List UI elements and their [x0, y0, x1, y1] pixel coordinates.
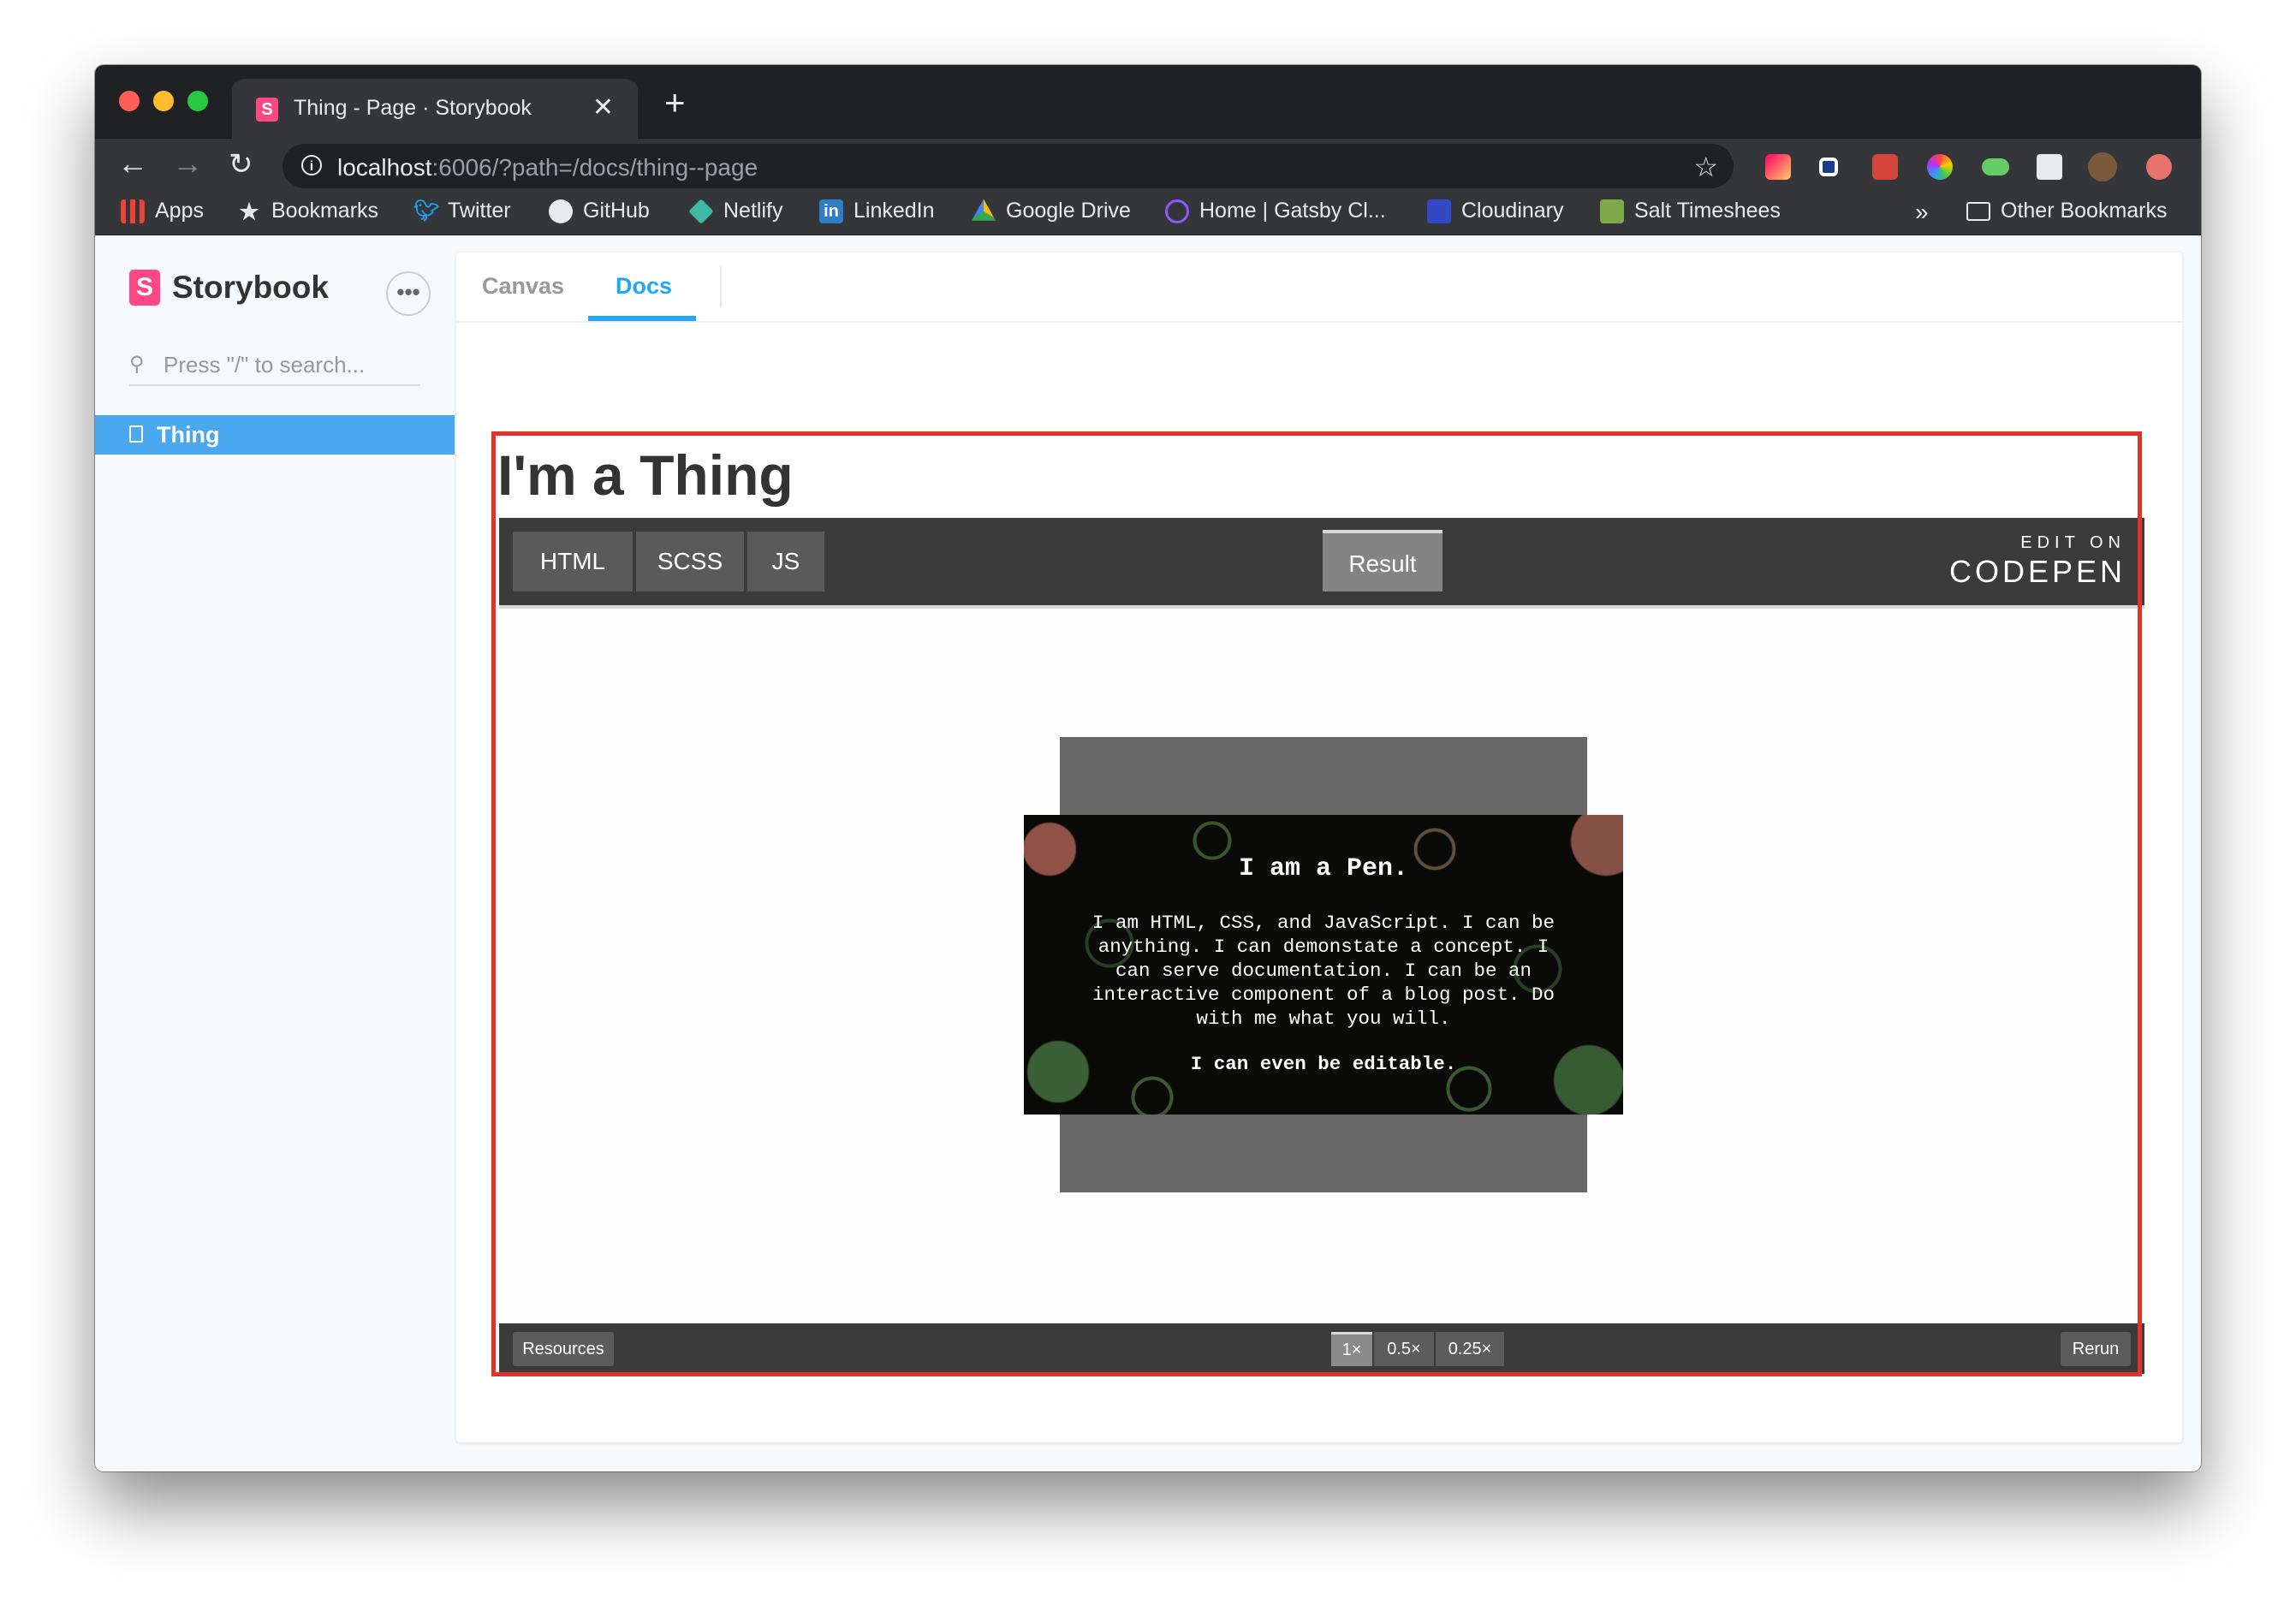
bookmark-label: Apps — [155, 199, 204, 223]
sidebar-item-label: Thing — [157, 422, 220, 448]
address-bar[interactable]: i localhost:6006/?path=/docs/thing--page… — [283, 144, 1734, 188]
docs-panel: Canvas Docs I'm a Thing HTML SCSS JS Res… — [456, 253, 2182, 1442]
bookmark-google-drive[interactable]: Google Drive — [972, 199, 1131, 223]
gatsby-icon — [1165, 199, 1189, 223]
bookmark-other[interactable]: Other Bookmarks — [1966, 199, 2168, 223]
bookmark-cloudinary[interactable]: Cloudinary — [1427, 199, 1564, 223]
bookmark-label: LinkedIn — [854, 199, 935, 223]
url-text[interactable]: localhost:6006/?path=/docs/thing--page — [337, 154, 758, 181]
url-path: :6006/?path=/docs/thing--page — [431, 154, 758, 181]
bookmarks-overflow-button[interactable]: » — [1915, 199, 1929, 226]
storybook-app: S Storybook ••• ⚲ Press "/" to search...… — [95, 235, 2201, 1471]
bookmark-label: Google Drive — [1006, 199, 1131, 223]
extension-gradient-icon[interactable] — [1765, 154, 1791, 180]
search-icon: ⚲ — [129, 353, 145, 376]
bookmark-label: Bookmarks — [271, 199, 379, 223]
highlight-box — [491, 431, 2142, 1376]
site-info-icon[interactable]: i — [301, 155, 322, 175]
maximize-window-button[interactable] — [187, 91, 208, 111]
bookmark-label: Salt Timeshees — [1634, 199, 1781, 223]
twitter-icon: 🐦︎ — [413, 199, 440, 223]
google-drive-icon — [972, 199, 996, 221]
tab-divider — [720, 266, 722, 307]
bookmark-twitter[interactable]: 🐦︎ Twitter — [413, 199, 511, 223]
salt-icon — [1600, 199, 1624, 223]
bookmark-label: Cloudinary — [1461, 199, 1564, 223]
extension-square-icon[interactable] — [1819, 158, 1838, 176]
bookmark-salt[interactable]: Salt Timeshees — [1600, 199, 1781, 223]
panel-tabs: Canvas Docs — [456, 253, 2182, 323]
bookmark-label: Twitter — [448, 199, 511, 223]
forward-arrow-icon[interactable]: → — [172, 146, 203, 181]
browser-window: S Thing - Page · Storybook ✕ + ← → ↻ i l… — [95, 65, 2201, 1471]
active-tab-indicator — [588, 316, 696, 321]
minimize-window-button[interactable] — [153, 91, 174, 111]
profile-avatar-icon[interactable] — [2088, 152, 2117, 181]
linkedin-icon: in — [819, 199, 843, 223]
cloudinary-icon — [1427, 199, 1451, 223]
title-bar: S Thing - Page · Storybook ✕ + — [95, 65, 2201, 139]
netlify-icon — [688, 198, 714, 224]
folder-icon — [1966, 201, 1990, 221]
extensions-puzzle-icon[interactable] — [2037, 154, 2062, 180]
github-icon — [549, 199, 573, 223]
tab-docs[interactable]: Docs — [616, 273, 672, 300]
storybook-logo-icon: S — [129, 270, 160, 306]
star-icon: ★ — [239, 198, 259, 224]
bookmark-label: Other Bookmarks — [2001, 199, 2168, 223]
browser-toolbar: ← → ↻ i localhost:6006/?path=/docs/thing… — [95, 139, 2201, 193]
back-arrow-icon[interactable]: ← — [117, 146, 148, 181]
extension-red-icon[interactable] — [1872, 154, 1898, 180]
storybook-favicon-icon: S — [256, 98, 278, 122]
document-icon — [129, 425, 143, 443]
apps-grid-icon — [121, 199, 145, 223]
extension-toggle-icon[interactable] — [1982, 158, 2009, 175]
sidebar-menu-button[interactable]: ••• — [386, 271, 431, 316]
url-host: localhost — [337, 154, 432, 181]
bookmark-bookmarks[interactable]: ★ Bookmarks — [237, 199, 378, 223]
close-tab-icon[interactable]: ✕ — [592, 92, 614, 122]
bookmark-apps[interactable]: Apps — [121, 199, 204, 223]
close-window-button[interactable] — [119, 91, 140, 111]
extension-colorwheel-icon[interactable] — [1927, 154, 1953, 180]
search-placeholder: Press "/" to search... — [164, 352, 366, 377]
bookmark-label: GitHub — [583, 199, 650, 223]
bookmark-label: Netlify — [723, 199, 783, 223]
storybook-brand: Storybook — [172, 270, 329, 305]
search-input[interactable]: ⚲ Press "/" to search... — [129, 345, 420, 386]
browser-tab[interactable]: S Thing - Page · Storybook ✕ — [232, 79, 638, 139]
bookmark-github[interactable]: GitHub — [549, 199, 650, 223]
bookmark-label: Home | Gatsby Cl... — [1199, 199, 1386, 223]
update-icon[interactable] — [2146, 154, 2172, 180]
tab-title: Thing - Page · Storybook — [294, 96, 532, 120]
bookmark-linkedin[interactable]: in LinkedIn — [819, 199, 935, 223]
bookmark-netlify[interactable]: Netlify — [688, 198, 783, 224]
bookmarks-bar: Apps ★ Bookmarks 🐦︎ Twitter GitHub Netlify… — [95, 193, 2201, 235]
sidebar: S Storybook ••• ⚲ Press "/" to search...… — [95, 235, 455, 1471]
bookmark-gatsby[interactable]: Home | Gatsby Cl... — [1165, 199, 1386, 223]
storybook-logo[interactable]: S Storybook — [129, 270, 329, 306]
sidebar-item-thing[interactable]: Thing — [95, 415, 455, 455]
tab-canvas[interactable]: Canvas — [482, 273, 564, 300]
reload-icon[interactable]: ↻ — [229, 147, 253, 181]
bookmark-star-icon[interactable]: ☆ — [1693, 151, 1718, 183]
new-tab-button[interactable]: + — [664, 82, 686, 123]
